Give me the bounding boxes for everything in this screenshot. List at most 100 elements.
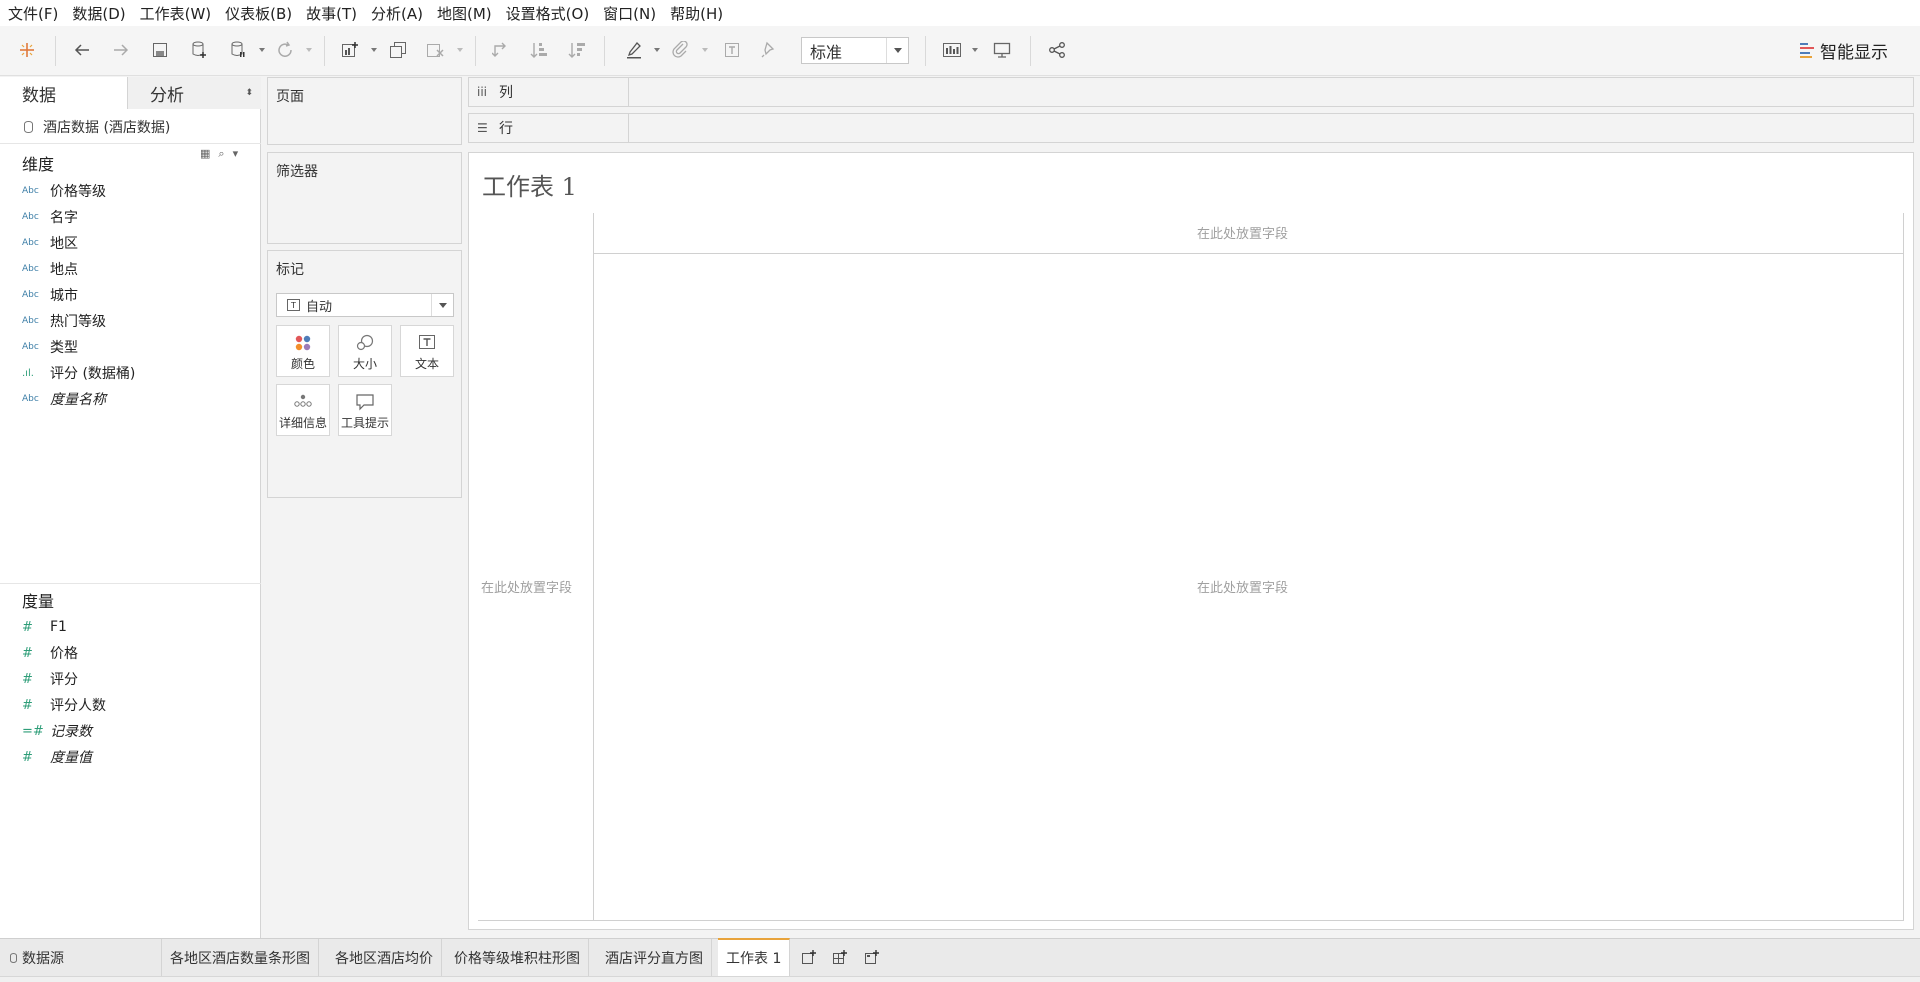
new-datasource-icon[interactable] (187, 38, 211, 62)
menu-analysis[interactable]: 分析(A) (371, 3, 423, 24)
pause-updates-icon[interactable] (226, 38, 250, 62)
dimension-field[interactable]: Abc 城市 (22, 284, 78, 306)
show-cards-icon[interactable] (940, 38, 964, 62)
new-story-icon[interactable] (861, 947, 883, 969)
refresh-icon[interactable] (273, 38, 297, 62)
tab-datasource[interactable]: 数据源 (0, 939, 162, 976)
number-type-icon: # (22, 671, 33, 687)
dimension-field[interactable]: Abc 地区 (22, 232, 78, 254)
menu-worksheet[interactable]: 工作表(W) (140, 3, 212, 24)
smart-show-button[interactable]: 智能显示 (1800, 38, 1888, 63)
columns-shelf[interactable]: iii 列 (468, 77, 1914, 107)
show-cards-caret[interactable] (972, 48, 978, 52)
sheet-tab[interactable]: 酒店评分直方图 (597, 939, 712, 976)
clear-sheet-icon[interactable] (423, 38, 447, 62)
drop-field-top[interactable]: 在此处放置字段 (1197, 223, 1288, 242)
filters-card[interactable]: 筛选器 (267, 152, 462, 244)
rows-shelf[interactable]: ☰ 行 (468, 113, 1914, 143)
measures-title: 度量 (22, 592, 55, 611)
measure-field[interactable]: # 评分人数 (22, 694, 106, 716)
measure-field[interactable]: # F1 (22, 616, 67, 638)
drop-field-left[interactable]: 在此处放置字段 (481, 577, 572, 596)
show-mark-labels-icon[interactable] (720, 38, 744, 62)
sheet-tab[interactable]: 各地区酒店均价 (327, 939, 442, 976)
dimension-field[interactable]: Abc 地点 (22, 258, 78, 280)
pane-sort-icon[interactable]: ⬍ (245, 88, 253, 98)
dimension-field[interactable]: Abc 价格等级 (22, 180, 106, 202)
dimension-field[interactable]: Abc 热门等级 (22, 310, 106, 332)
clear-sheet-caret[interactable] (457, 48, 463, 52)
highlight-caret[interactable] (654, 48, 660, 52)
dimensions-menu-icon[interactable]: ▾ (233, 147, 239, 161)
sheet-tab[interactable]: 各地区酒店数量条形图 (162, 939, 319, 976)
presentation-mode-icon[interactable] (990, 38, 1014, 62)
tab-analysis[interactable]: 分析 ⬍ (128, 77, 261, 109)
sheet-tab[interactable]: 价格等级堆积柱形图 (446, 939, 589, 976)
database-icon (10, 952, 17, 963)
tab-data[interactable]: 数据 (0, 77, 128, 109)
measure-field[interactable]: # 价格 (22, 642, 78, 664)
search-icon[interactable]: ⌕ (218, 147, 224, 161)
tooltip-button[interactable]: 工具提示 (338, 384, 392, 436)
pages-card[interactable]: 页面 (267, 77, 462, 145)
view-data-icon[interactable]: ▦ (200, 147, 210, 161)
menu-dashboard[interactable]: 仪表板(B) (225, 3, 292, 24)
dimension-field[interactable]: Abc 名字 (22, 206, 78, 228)
pane-tabs: 数据 分析 ⬍ (0, 77, 261, 109)
datasource-item[interactable]: 酒店数据 (酒店数据) (24, 117, 170, 137)
menu-map[interactable]: 地图(M) (437, 3, 492, 24)
new-worksheet-icon[interactable] (798, 947, 820, 969)
database-icon (24, 121, 33, 133)
detail-button[interactable]: 详细信息 (276, 384, 330, 436)
fit-select-caret[interactable] (886, 38, 908, 63)
duplicate-sheet-icon[interactable] (386, 38, 410, 62)
color-button[interactable]: 颜色 (276, 325, 330, 377)
save-icon[interactable] (148, 38, 172, 62)
bin-type-icon: .ıl. (22, 367, 34, 379)
dimension-field[interactable]: Abc 度量名称 (22, 388, 106, 410)
measure-field[interactable]: # 度量值 (22, 746, 92, 768)
drop-field-center[interactable]: 在此处放置字段 (1197, 577, 1288, 596)
group-members-caret[interactable] (702, 48, 708, 52)
refresh-caret[interactable] (306, 48, 312, 52)
status-bar (0, 976, 1920, 982)
undo-icon[interactable] (70, 38, 94, 62)
sort-descending-icon[interactable] (565, 38, 589, 62)
share-icon[interactable] (1045, 38, 1069, 62)
sheet-title[interactable]: 工作表 1 (482, 167, 577, 202)
pause-updates-caret[interactable] (259, 48, 265, 52)
dimension-field[interactable]: Abc 类型 (22, 336, 78, 358)
sort-ascending-icon[interactable] (527, 38, 551, 62)
menu-format[interactable]: 设置格式(O) (506, 3, 590, 24)
menu-story[interactable]: 故事(T) (306, 3, 357, 24)
fit-select[interactable]: 标准 (801, 37, 909, 64)
string-type-icon: Abc (22, 186, 39, 196)
swap-rows-columns-icon[interactable] (489, 38, 513, 62)
mark-type-select[interactable]: T 自动 (276, 293, 454, 317)
redo-icon[interactable] (109, 38, 133, 62)
smart-show-icon (1800, 42, 1814, 59)
size-button[interactable]: 大小 (338, 325, 392, 377)
text-button[interactable]: 文本 (400, 325, 454, 377)
sheet-tab-active[interactable]: 工作表 1 (718, 938, 791, 976)
mark-type-caret[interactable] (431, 294, 453, 316)
new-worksheet-caret[interactable] (371, 48, 377, 52)
measure-field[interactable]: =# 记录数 (22, 720, 92, 742)
group-members-icon[interactable] (668, 38, 692, 62)
marks-title: 标记 (276, 262, 304, 278)
highlight-icon[interactable] (622, 38, 646, 62)
menu-window[interactable]: 窗口(N) (603, 3, 656, 24)
menu-help[interactable]: 帮助(H) (670, 3, 723, 24)
marks-card: 标记 T 自动 颜色 大小 文本 详细信息 工具提示 (267, 250, 462, 498)
dimension-field[interactable]: .ıl. 评分 (数据桶) (22, 362, 135, 384)
string-type-icon: Abc (22, 238, 39, 248)
tableau-logo-icon[interactable] (15, 38, 39, 62)
menu-file[interactable]: 文件(F) (8, 3, 58, 24)
number-type-icon: # (22, 749, 33, 765)
measure-field[interactable]: # 评分 (22, 668, 78, 690)
new-dashboard-icon[interactable] (829, 947, 851, 969)
new-worksheet-icon[interactable] (338, 38, 362, 62)
menu-data[interactable]: 数据(D) (72, 3, 125, 24)
mark-type-value: 自动 (306, 299, 333, 315)
fix-axes-icon[interactable] (757, 38, 781, 62)
